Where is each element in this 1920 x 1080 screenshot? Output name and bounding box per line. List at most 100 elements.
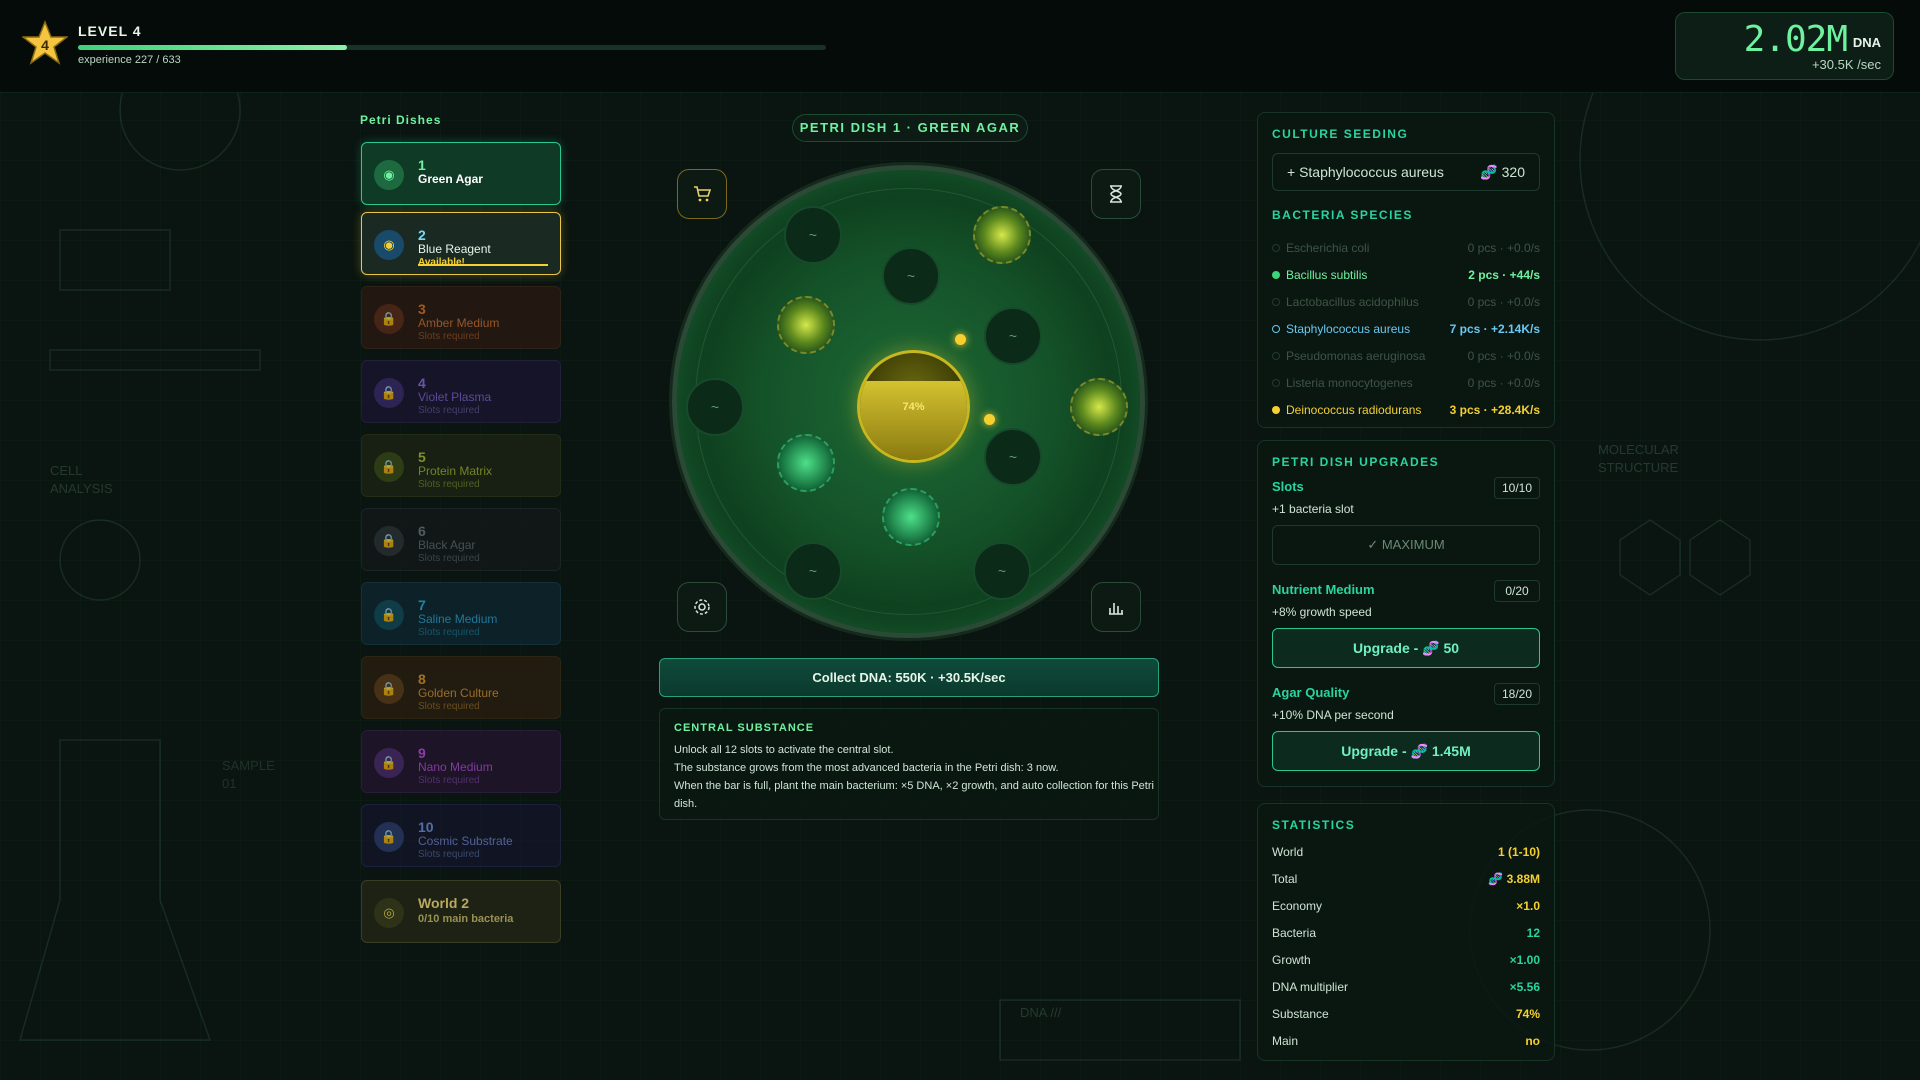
species-status-dot — [1272, 244, 1280, 252]
world-2-item[interactable]: ◎ World 2 0/10 main bacteria — [361, 880, 561, 943]
bacteria-slot-deinococcus[interactable] — [973, 206, 1031, 264]
nutrient-upgrade-button[interactable]: Upgrade - 🧬 50 — [1272, 628, 1540, 668]
species-row: Escherichia coli 0 pcs · +0.0/s — [1272, 238, 1540, 258]
bacteria-slot-deinococcus[interactable] — [777, 296, 835, 354]
dish-number: 8 — [418, 671, 426, 687]
dna-icon: 🧬 — [1480, 164, 1498, 180]
stat-label: Total — [1272, 872, 1298, 886]
shop-button[interactable] — [677, 169, 727, 219]
empty-slot[interactable]: ~ — [973, 542, 1031, 600]
available-underline — [418, 264, 548, 266]
species-row[interactable]: Bacillus subtilis 2 pcs · +44/s — [1272, 265, 1540, 285]
dish-status: Slots required — [418, 627, 480, 638]
collect-dna-button[interactable]: Collect DNA: 550K · +30.5K/sec — [659, 658, 1159, 697]
species-status-dot — [1272, 352, 1280, 360]
dish-item-6[interactable]: 🔒 6 Black Agar Slots required — [361, 508, 561, 571]
empty-slot-icon: ~ — [808, 227, 818, 243]
dish-item-4[interactable]: 🔒 4 Violet Plasma Slots required — [361, 360, 561, 423]
bacteria-slot-staphylococcus[interactable] — [882, 488, 940, 546]
stats-button[interactable] — [1091, 582, 1141, 632]
empty-slot[interactable]: ~ — [984, 307, 1042, 365]
statistics-panel: STATISTICS World 1 (1-10) Total 🧬 3.88M Econ… — [1257, 803, 1555, 1061]
dish-status: Available! — [418, 257, 465, 268]
world-sub: 0/10 main bacteria — [418, 913, 514, 925]
bacteria-slot-deinococcus[interactable] — [1070, 378, 1128, 436]
dish-item-7[interactable]: 🔒 7 Saline Medium Slots required — [361, 582, 561, 645]
dish-item-5[interactable]: 🔒 5 Protein Matrix Slots required — [361, 434, 561, 497]
seed-cost: 🧬 320 — [1480, 154, 1525, 190]
dish-item-8[interactable]: 🔒 8 Golden Culture Slots required — [361, 656, 561, 719]
lock-icon: 🔒 — [374, 452, 404, 482]
dish-status: Slots required — [418, 553, 480, 564]
species-status-dot — [1272, 406, 1280, 414]
stat-value: no — [1525, 1034, 1540, 1048]
stat-row: Bacteria 12 — [1272, 923, 1540, 943]
central-substance-slot[interactable]: 74% — [857, 350, 970, 463]
dish-name: Amber Medium — [418, 316, 500, 330]
dish-title: PETRI DISH 1 · GREEN AGAR — [792, 114, 1028, 142]
dna-orb[interactable] — [984, 414, 995, 425]
petri-dish[interactable]: ~ ~ ~ ~ ~ ~ ~ 74% — [672, 165, 1145, 638]
species-name: Deinococcus radiodurans — [1286, 403, 1422, 417]
dish-icon: ◉ — [374, 160, 404, 190]
species-row[interactable]: Deinococcus radiodurans 3 pcs · +28.4K/s — [1272, 400, 1540, 420]
species-name: Escherichia coli — [1286, 241, 1370, 255]
central-substance-percent: 74% — [902, 401, 925, 413]
stat-row: Economy ×1.0 — [1272, 896, 1540, 916]
stat-value: ×5.56 — [1509, 980, 1540, 994]
species-row[interactable]: Staphylococcus aureus 7 pcs · +2.14K/s — [1272, 319, 1540, 339]
dish-status: Slots required — [418, 405, 480, 416]
empty-slot[interactable]: ~ — [984, 428, 1042, 486]
hourglass-button[interactable] — [1091, 169, 1141, 219]
bg-label-structure: STRUCTURE — [1598, 460, 1679, 475]
stat-label: World — [1272, 845, 1304, 859]
stat-label: Growth — [1272, 953, 1311, 967]
stat-label: Substance — [1272, 1007, 1329, 1021]
dish-item-9[interactable]: 🔒 9 Nano Medium Slots required — [361, 730, 561, 793]
top-bar: 4 LEVEL 4 experience 227 / 633 2.02M DNA… — [0, 0, 1920, 93]
dna-value: 2.02M — [1743, 19, 1848, 60]
lock-icon: 🔒 — [374, 378, 404, 408]
lock-icon: 🔒 — [374, 600, 404, 630]
bg-label-cell: CELL — [50, 463, 83, 478]
slots-upgrade-badge: 10/10 — [1494, 477, 1540, 499]
central-substance-line: Unlock all 12 slots to activate the cent… — [674, 744, 894, 756]
dna-unit: DNA — [1852, 35, 1881, 50]
level-badge: 4 — [41, 37, 49, 53]
empty-slot[interactable]: ~ — [882, 247, 940, 305]
experience-bar — [78, 45, 826, 50]
dish-status: Slots required — [418, 775, 480, 786]
settings-button[interactable] — [677, 582, 727, 632]
dish-item-1[interactable]: ◉ 1 Green Agar — [361, 142, 561, 205]
bacteria-species-title: BACTERIA SPECIES — [1272, 208, 1413, 222]
species-count: 0 pcs · +0.0/s — [1467, 376, 1540, 390]
empty-slot[interactable]: ~ — [686, 378, 744, 436]
empty-slot[interactable]: ~ — [784, 542, 842, 600]
dish-number: 10 — [418, 819, 434, 835]
nutrient-upgrade-desc: +8% growth speed — [1272, 605, 1372, 619]
dish-item-3[interactable]: 🔒 3 Amber Medium Slots required — [361, 286, 561, 349]
agar-upgrade-desc: +10% DNA per second — [1272, 708, 1394, 722]
bacteria-slot-staphylococcus[interactable] — [777, 434, 835, 492]
lock-icon: 🔒 — [374, 674, 404, 704]
dna-orb[interactable] — [955, 334, 966, 345]
level-star-icon: 4 — [22, 20, 68, 65]
slots-upgrade-desc: +1 bacteria slot — [1272, 502, 1354, 516]
empty-slot-icon: ~ — [1008, 328, 1018, 344]
species-name: Lactobacillus acidophilus — [1286, 295, 1419, 309]
agar-upgrade-button[interactable]: Upgrade - 🧬 1.45M — [1272, 731, 1540, 771]
bg-label-molecular: MOLECULAR — [1598, 442, 1679, 457]
dish-number: 9 — [418, 745, 426, 761]
dish-item-2[interactable]: ◉ 2 Blue Reagent Available! — [361, 212, 561, 275]
lock-icon: 🔒 — [374, 526, 404, 556]
species-count: 3 pcs · +28.4K/s — [1449, 403, 1540, 417]
dish-item-10[interactable]: 🔒 10 Cosmic Substrate Slots required — [361, 804, 561, 867]
seed-button[interactable]: + Staphylococcus aureus 🧬 320 — [1272, 153, 1540, 191]
empty-slot[interactable]: ~ — [784, 206, 842, 264]
gear-icon — [694, 599, 710, 615]
stat-row: DNA multiplier ×5.56 — [1272, 977, 1540, 997]
stat-value: ×1.00 — [1509, 953, 1540, 967]
stat-row: Substance 74% — [1272, 1004, 1540, 1024]
stat-row: Growth ×1.00 — [1272, 950, 1540, 970]
dish-name: Black Agar — [418, 538, 476, 552]
